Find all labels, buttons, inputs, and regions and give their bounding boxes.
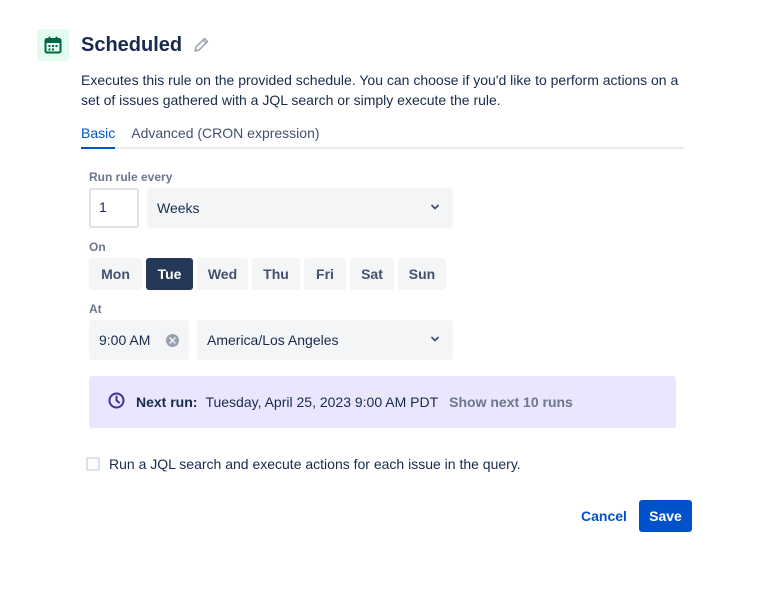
run-every-label: Run rule every	[89, 170, 173, 184]
on-label: On	[89, 240, 106, 254]
day-mon[interactable]: Mon	[89, 258, 142, 290]
tab-bar: Basic Advanced (CRON expression)	[81, 125, 684, 149]
interval-input[interactable]: 1	[89, 188, 139, 228]
show-next-runs-link[interactable]: Show next 10 runs	[449, 394, 573, 410]
day-sat[interactable]: Sat	[350, 258, 394, 290]
day-fri[interactable]: Fri	[304, 258, 346, 290]
time-input[interactable]: 9:00 AM	[89, 320, 189, 360]
clear-icon[interactable]	[166, 333, 179, 347]
clock-icon	[108, 392, 125, 412]
day-sun[interactable]: Sun	[398, 258, 446, 290]
jql-checkbox[interactable]	[86, 457, 100, 471]
next-run-label: Next run:	[136, 394, 198, 410]
save-button[interactable]: Save	[639, 500, 692, 532]
header: Scheduled	[37, 29, 210, 61]
interval-unit-select[interactable]: Weeks	[147, 188, 453, 228]
pencil-icon[interactable]	[192, 36, 210, 54]
at-label: At	[89, 302, 102, 316]
time-value: 9:00 AM	[99, 332, 151, 348]
tab-advanced[interactable]: Advanced (CRON expression)	[131, 125, 319, 147]
day-selector: Mon Tue Wed Thu Fri Sat Sun	[89, 258, 450, 290]
day-thu[interactable]: Thu	[252, 258, 300, 290]
day-wed[interactable]: Wed	[197, 258, 248, 290]
cancel-button[interactable]: Cancel	[572, 500, 636, 532]
tab-basic[interactable]: Basic	[81, 125, 116, 149]
jql-checkbox-label: Run a JQL search and execute actions for…	[109, 456, 521, 472]
chevron-down-icon	[429, 200, 441, 216]
next-run-banner: Next run: Tuesday, April 25, 2023 9:00 A…	[89, 376, 676, 428]
interval-unit-value: Weeks	[157, 200, 200, 216]
calendar-icon	[37, 29, 69, 61]
chevron-down-icon	[429, 332, 441, 348]
day-tue[interactable]: Tue	[146, 258, 193, 290]
next-run-value: Tuesday, April 25, 2023 9:00 AM PDT	[205, 394, 439, 410]
timezone-value: America/Los Angeles	[207, 332, 339, 348]
jql-option: Run a JQL search and execute actions for…	[86, 456, 521, 472]
description: Executes this rule on the provided sched…	[81, 72, 679, 108]
timezone-select[interactable]: America/Los Angeles	[197, 320, 453, 360]
page-title: Scheduled	[81, 33, 183, 56]
